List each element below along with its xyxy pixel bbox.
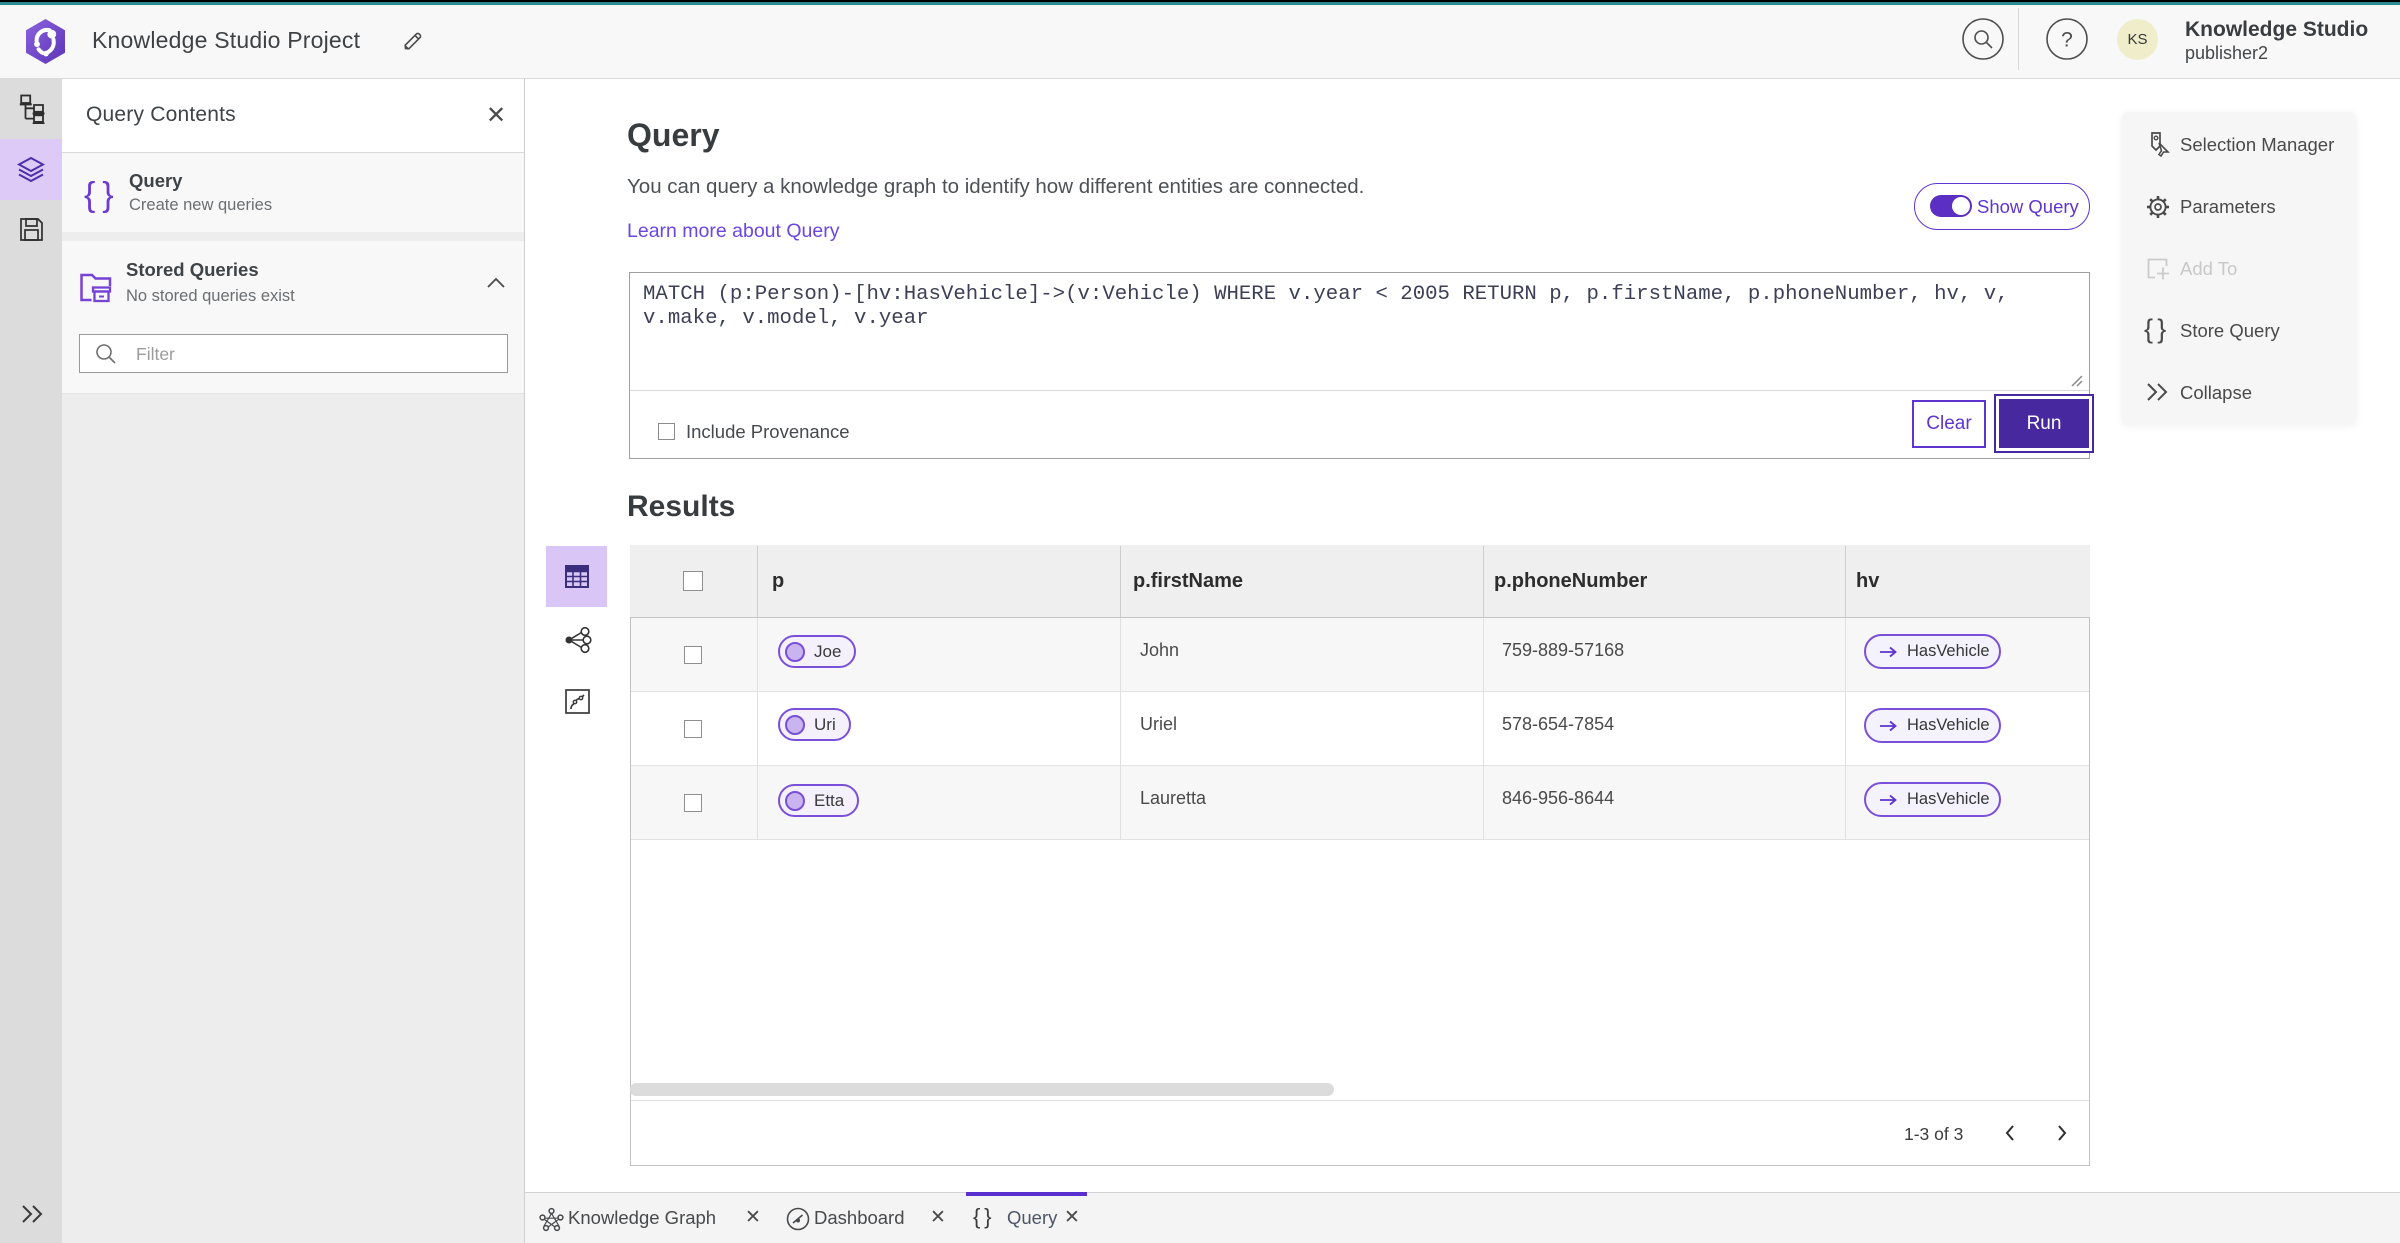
svg-text:?: ? <box>2061 29 2073 52</box>
